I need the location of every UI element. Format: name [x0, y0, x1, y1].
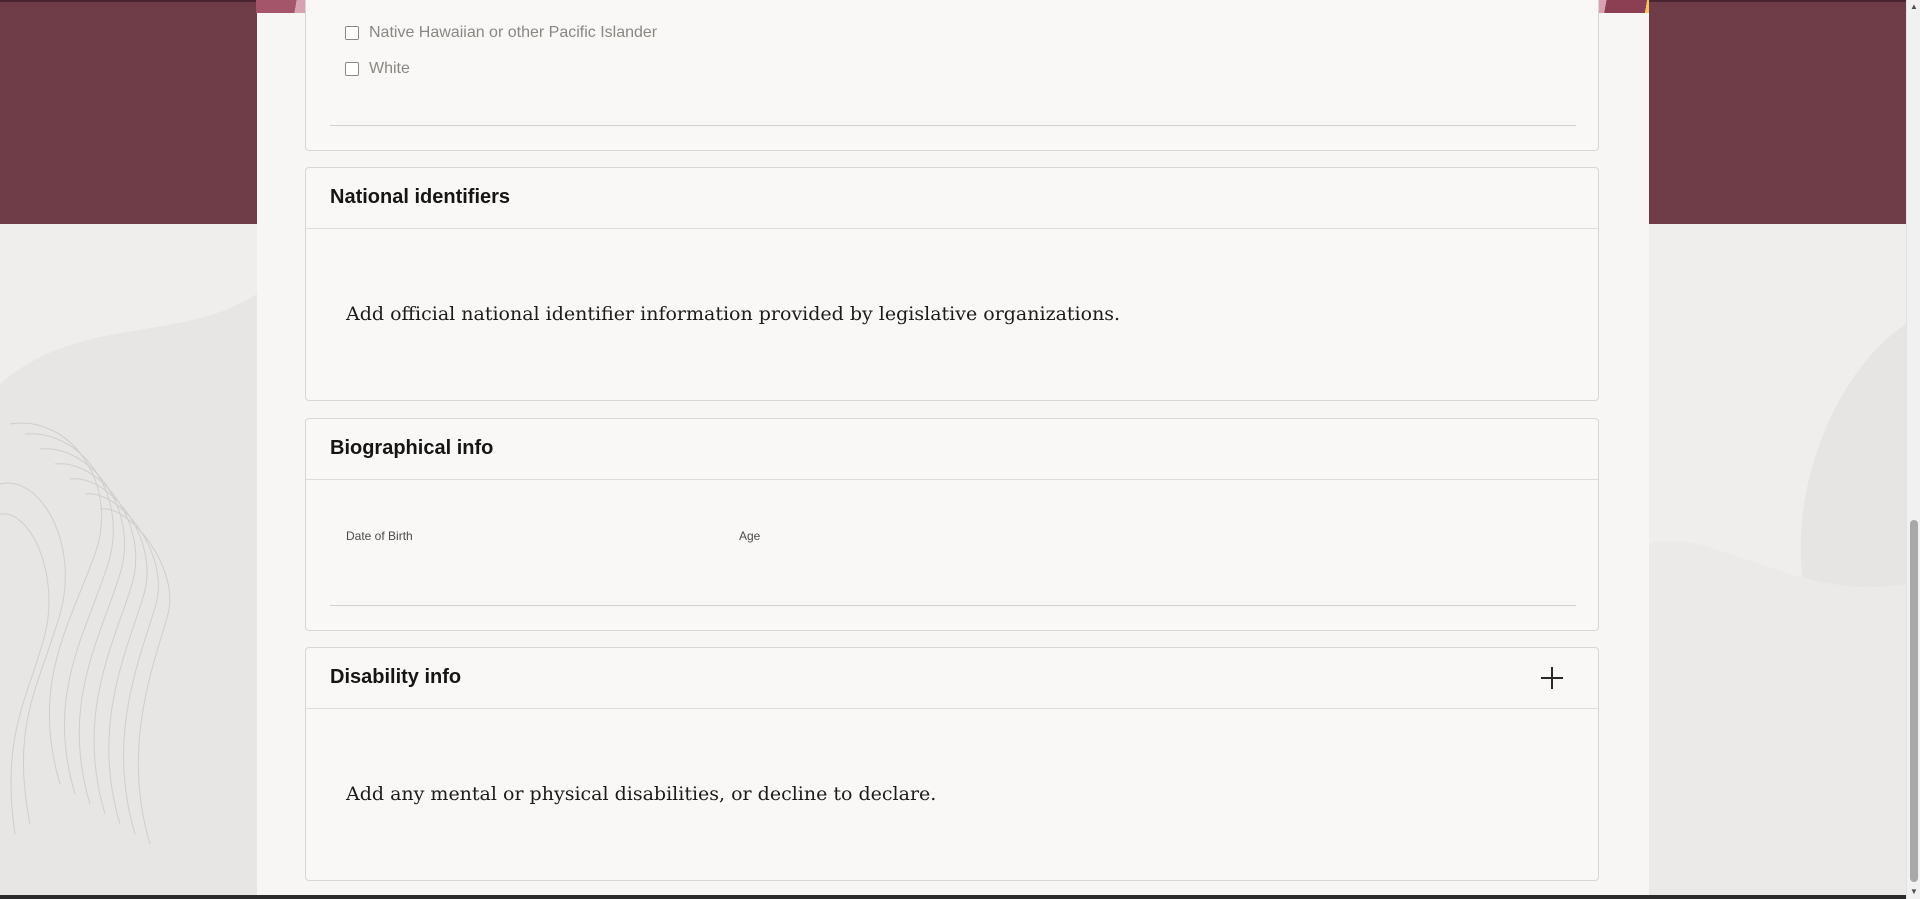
race-option-native-hawaiian[interactable]: Native Hawaiian or other Pacific Islande…	[345, 24, 657, 42]
checkbox-label: White	[369, 60, 410, 77]
scroll-down-arrow-icon[interactable]: ▼	[1907, 885, 1920, 899]
section-header: Disability info	[306, 648, 1598, 709]
section-description: Add official national identifier informa…	[346, 303, 1121, 325]
section-header: National identifiers	[306, 168, 1598, 229]
section-divider	[330, 125, 1576, 126]
national-identifiers-section: National identifiers Add official nation…	[305, 167, 1599, 401]
scroll-up-arrow-icon[interactable]: ▲	[1907, 0, 1920, 14]
taskbar-edge	[0, 895, 1906, 899]
checkbox[interactable]	[345, 26, 359, 40]
race-section	[305, 0, 1599, 151]
section-title: National identifiers	[330, 186, 511, 208]
page-scrollbar[interactable]: ▲ ▼	[1906, 0, 1920, 899]
checkbox-label: Native Hawaiian or other Pacific Islande…	[369, 24, 658, 41]
section-header: Biographical info	[306, 419, 1598, 480]
section-title: Biographical info	[330, 437, 494, 459]
biographical-info-section: Biographical info Date of Birth Age	[305, 418, 1599, 631]
section-title: Disability info	[330, 666, 462, 688]
race-option-white[interactable]: White	[345, 60, 410, 78]
scroll-thumb[interactable]	[1910, 520, 1918, 882]
date-of-birth-label: Date of Birth	[346, 529, 413, 543]
disability-info-section: Disability info Add any mental or physic…	[305, 647, 1599, 881]
section-description: Add any mental or physical disabilities,…	[346, 783, 937, 805]
checkbox[interactable]	[345, 62, 359, 76]
topographic-pattern-left	[0, 294, 257, 899]
section-divider	[330, 605, 1576, 606]
topographic-pattern-right	[1649, 324, 1906, 899]
plus-icon[interactable]	[1540, 666, 1564, 690]
age-label: Age	[739, 529, 761, 543]
